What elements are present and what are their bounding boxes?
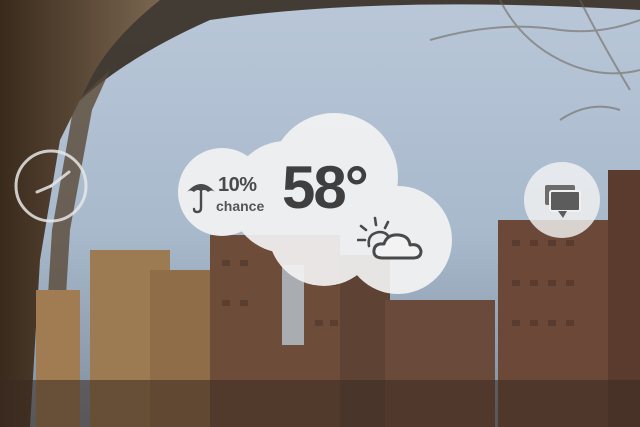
partly-cloudy-sun-icon	[357, 216, 423, 260]
messages-widget[interactable]	[523, 161, 601, 239]
precip-chance-value: 10%	[218, 174, 257, 196]
umbrella-icon	[187, 184, 215, 214]
clock-icon	[14, 149, 88, 223]
temperature-value: 58°	[282, 154, 369, 221]
clock-widget[interactable]	[13, 148, 89, 224]
precip-chance-label: chance	[216, 198, 265, 214]
